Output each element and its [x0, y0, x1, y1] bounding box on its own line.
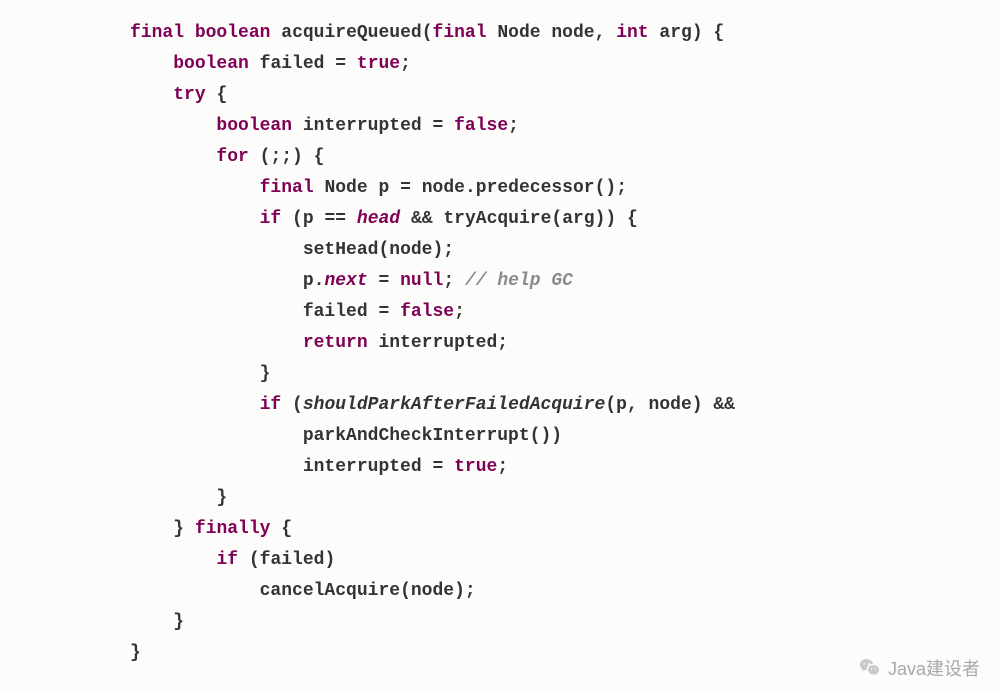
code-block: final boolean acquireQueued(final Node n…: [0, 0, 1000, 669]
kw-boolean: boolean: [195, 23, 271, 43]
watermark: Java建设者: [858, 655, 980, 681]
wechat-icon: [858, 656, 882, 680]
watermark-text: Java建设者: [888, 655, 980, 681]
method-name: acquireQueued: [281, 23, 421, 43]
comment: // help GC: [465, 271, 573, 291]
kw-final: final: [130, 23, 184, 43]
